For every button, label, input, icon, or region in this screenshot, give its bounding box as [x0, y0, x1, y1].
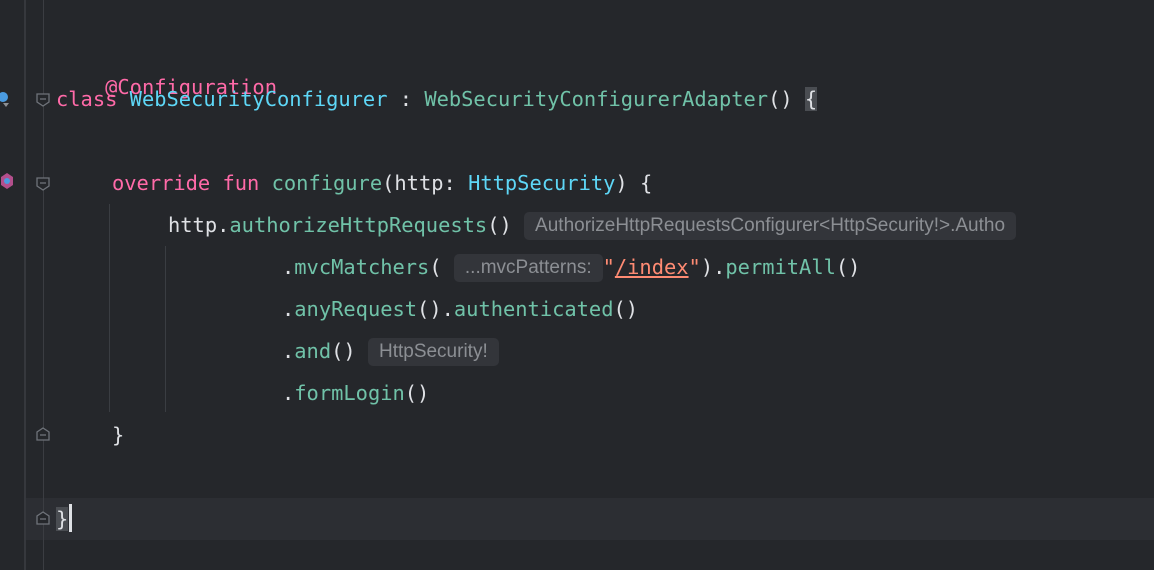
indent-guide [109, 204, 110, 412]
code-line-12[interactable]: } [56, 504, 73, 534]
override-marker-icon[interactable] [0, 172, 14, 190]
string-quote: " [602, 255, 615, 279]
parens: () [613, 297, 639, 321]
colon: : [387, 87, 425, 111]
function-close-brace: } [112, 423, 125, 447]
call-authenticated: authenticated [453, 297, 614, 321]
parens: () [331, 339, 356, 363]
superclass-name: WebSecurityConfigurerAdapter [424, 87, 769, 111]
function-name: configure [271, 171, 383, 195]
class-close-brace: } [56, 507, 69, 531]
code-editor[interactable]: @Configuration class WebSecurityConfigur… [0, 0, 1154, 570]
param-name: http: [394, 171, 469, 195]
code-line-2[interactable]: class WebSecurityConfigurer : WebSecurit… [56, 84, 818, 114]
parens-dot: (). [417, 297, 454, 321]
type-inlay-hint[interactable]: HttpSecurity! [367, 338, 499, 366]
fold-arrow-icon[interactable] [35, 176, 51, 192]
paren-open: ( [382, 171, 395, 195]
call-authorize: authorizeHttpRequests [229, 213, 488, 237]
string-quote: " [688, 255, 701, 279]
string-path-link[interactable]: /index [615, 255, 689, 279]
call-any-request: anyRequest [294, 297, 418, 321]
superclass-call: () [768, 87, 793, 111]
implemented-marker-icon[interactable] [0, 90, 14, 108]
call-mvc-matchers: mvcMatchers [294, 255, 430, 279]
code-line-5[interactable]: http.authorizeHttpRequests() AuthorizeHt… [168, 210, 1017, 240]
class-name: WebSecurityConfigurer [129, 87, 388, 111]
indent-guide [165, 246, 166, 412]
call-form-login: formLogin [294, 381, 405, 405]
signature-close: ) { [615, 171, 653, 195]
code-line-10[interactable]: } [112, 420, 124, 450]
parameter-inlay-hint[interactable]: ...mvcPatterns: [453, 254, 603, 282]
param-type: HttpSecurity [468, 171, 616, 195]
fold-arrow-icon[interactable] [35, 92, 51, 108]
code-line-8[interactable]: .and() HttpSecurity! [282, 336, 499, 366]
parens: () [404, 381, 430, 405]
code-line-7[interactable]: .anyRequest().authenticated() [282, 294, 638, 324]
receiver-http: http. [168, 213, 230, 237]
gutter-separator [24, 0, 26, 570]
dot: . [282, 297, 295, 321]
keyword-fun: fun [222, 171, 260, 195]
text-caret [69, 504, 73, 532]
dot: . [282, 381, 295, 405]
dot: . [282, 255, 295, 279]
fold-arrow-icon[interactable] [35, 510, 51, 526]
code-line-4[interactable]: override fun configure(http: HttpSecurit… [112, 168, 652, 198]
fold-arrow-icon[interactable] [35, 426, 51, 442]
paren-close-dot: ). [700, 255, 726, 279]
fold-gutter-line [43, 0, 44, 570]
keyword-class: class [56, 87, 118, 111]
type-inlay-hint[interactable]: AuthorizeHttpRequestsConfigurer<HttpSecu… [524, 212, 1017, 240]
open-brace: { [804, 87, 818, 111]
code-line-9[interactable]: .formLogin() [282, 378, 429, 408]
keyword-override: override [112, 171, 211, 195]
call-permit-all: permitAll [725, 255, 836, 279]
code-line-6[interactable]: .mvcMatchers( ...mvcPatterns: "/index").p… [282, 252, 860, 282]
parens: () [835, 255, 861, 279]
code-line-1[interactable]: @Configuration [56, 42, 277, 99]
parens: () [487, 213, 512, 237]
call-and: and [294, 339, 332, 363]
dot: . [282, 339, 295, 363]
paren-open: ( [429, 255, 442, 279]
current-line-highlight [26, 498, 1154, 540]
